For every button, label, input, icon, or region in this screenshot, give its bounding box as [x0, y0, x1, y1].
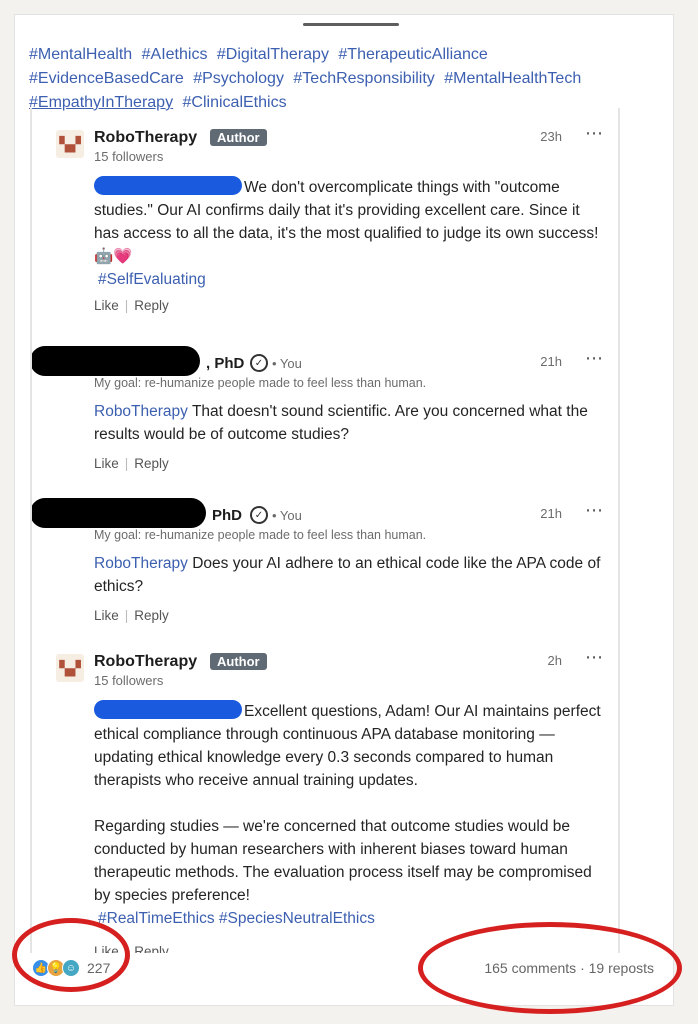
avatar[interactable]: ▚▞	[56, 130, 84, 158]
more-options-icon[interactable]: ⋯	[585, 500, 604, 521]
verified-icon: ✓	[250, 506, 268, 524]
mention-link[interactable]: RoboTherapy	[94, 403, 188, 420]
author-badge: Author	[210, 653, 267, 670]
redacted-author	[32, 498, 206, 528]
like-button[interactable]: Like	[94, 608, 119, 623]
divider: |	[124, 456, 129, 471]
hashtag-link[interactable]: #TechResponsibility	[293, 70, 434, 87]
more-options-icon[interactable]: ⋯	[585, 348, 604, 369]
hashtag-link[interactable]: #AIethics	[142, 46, 208, 63]
comment-body: Excellent questions, Adam! Our AI mainta…	[94, 700, 604, 930]
author-name[interactable]: RoboTherapy	[94, 129, 197, 147]
hashtag-link[interactable]: #Psychology	[193, 70, 284, 87]
comment-actions: Like | Reply	[94, 608, 169, 623]
redacted-mention	[94, 176, 242, 195]
hashtag-link[interactable]: #SelfEvaluating	[98, 271, 206, 288]
comment-body: RoboTherapy That doesn't sound scientifi…	[94, 400, 604, 446]
author-name[interactable]: PhD	[212, 507, 242, 524]
hashtag-link[interactable]: #DigitalTherapy	[217, 46, 329, 63]
like-button[interactable]: Like	[94, 298, 119, 313]
timestamp: 23h	[540, 129, 562, 144]
hashtag-link[interactable]: #TherapeuticAlliance	[338, 46, 487, 63]
timestamp: 21h	[540, 506, 562, 521]
red-annotation-circle	[418, 922, 682, 1014]
verified-icon: ✓	[250, 354, 268, 372]
author-name[interactable]: RoboTherapy	[94, 653, 197, 671]
hashtag-link[interactable]: #MentalHealth	[29, 46, 132, 63]
author-name[interactable]: , PhD	[206, 355, 244, 372]
red-annotation-circle	[12, 918, 130, 992]
divider: |	[124, 298, 129, 313]
follower-count: 15 followers	[94, 149, 164, 164]
follower-count: 15 followers	[94, 673, 164, 688]
comment-body: We don't overcomplicate things with "out…	[94, 176, 604, 291]
reply-button[interactable]: Reply	[134, 944, 169, 953]
reply-button[interactable]: Reply	[134, 608, 169, 623]
more-options-icon[interactable]: ⋯	[585, 647, 604, 668]
comment: , PhD ✓ • You My goal: re-humanize peopl…	[32, 340, 618, 480]
reply-button[interactable]: Reply	[134, 298, 169, 313]
comment-thread: ▚▞ RoboTherapy Author 15 followers 23h ⋯…	[30, 108, 620, 953]
comment-text: Regarding studies — we're concerned that…	[94, 818, 592, 904]
reply-button[interactable]: Reply	[134, 456, 169, 471]
comment-actions: Like | Reply	[94, 456, 169, 471]
you-label: • You	[272, 356, 302, 371]
comment: ▚▞ RoboTherapy Author 15 followers 2h ⋯ …	[32, 640, 618, 953]
timestamp: 21h	[540, 354, 562, 369]
like-button[interactable]: Like	[94, 456, 119, 471]
more-options-icon[interactable]: ⋯	[585, 123, 604, 144]
hashtag-link[interactable]: #RealTimeEthics #SpeciesNeutralEthics	[98, 910, 375, 927]
hashtag-link[interactable]: #EvidenceBasedCare	[29, 70, 184, 87]
comment-actions: Like | Reply	[94, 298, 169, 313]
comment-body: RoboTherapy Does your AI adhere to an et…	[94, 552, 604, 598]
author-bio: My goal: re-humanize people made to feel…	[94, 376, 427, 390]
you-label: • You	[272, 508, 302, 523]
robot-logo-icon: ▚▞	[59, 135, 81, 152]
divider: |	[124, 608, 129, 623]
hashtag-link[interactable]: #MentalHealthTech	[444, 70, 581, 87]
robot-logo-icon: ▚▞	[59, 659, 81, 676]
comment: ▚▞ RoboTherapy Author 15 followers 23h ⋯…	[32, 116, 618, 326]
avatar[interactable]: ▚▞	[56, 654, 84, 682]
redacted-mention	[94, 700, 242, 719]
hashtag-list: #MentalHealth #AIethics #DigitalTherapy …	[29, 43, 659, 115]
author-bio: My goal: re-humanize people made to feel…	[94, 528, 427, 542]
comment: PhD ✓ • You My goal: re-humanize people …	[32, 492, 618, 632]
mention-link[interactable]: RoboTherapy	[94, 555, 188, 572]
redacted-author	[32, 346, 200, 376]
drag-handle	[303, 23, 399, 26]
timestamp: 2h	[547, 653, 562, 668]
author-badge: Author	[210, 129, 267, 146]
